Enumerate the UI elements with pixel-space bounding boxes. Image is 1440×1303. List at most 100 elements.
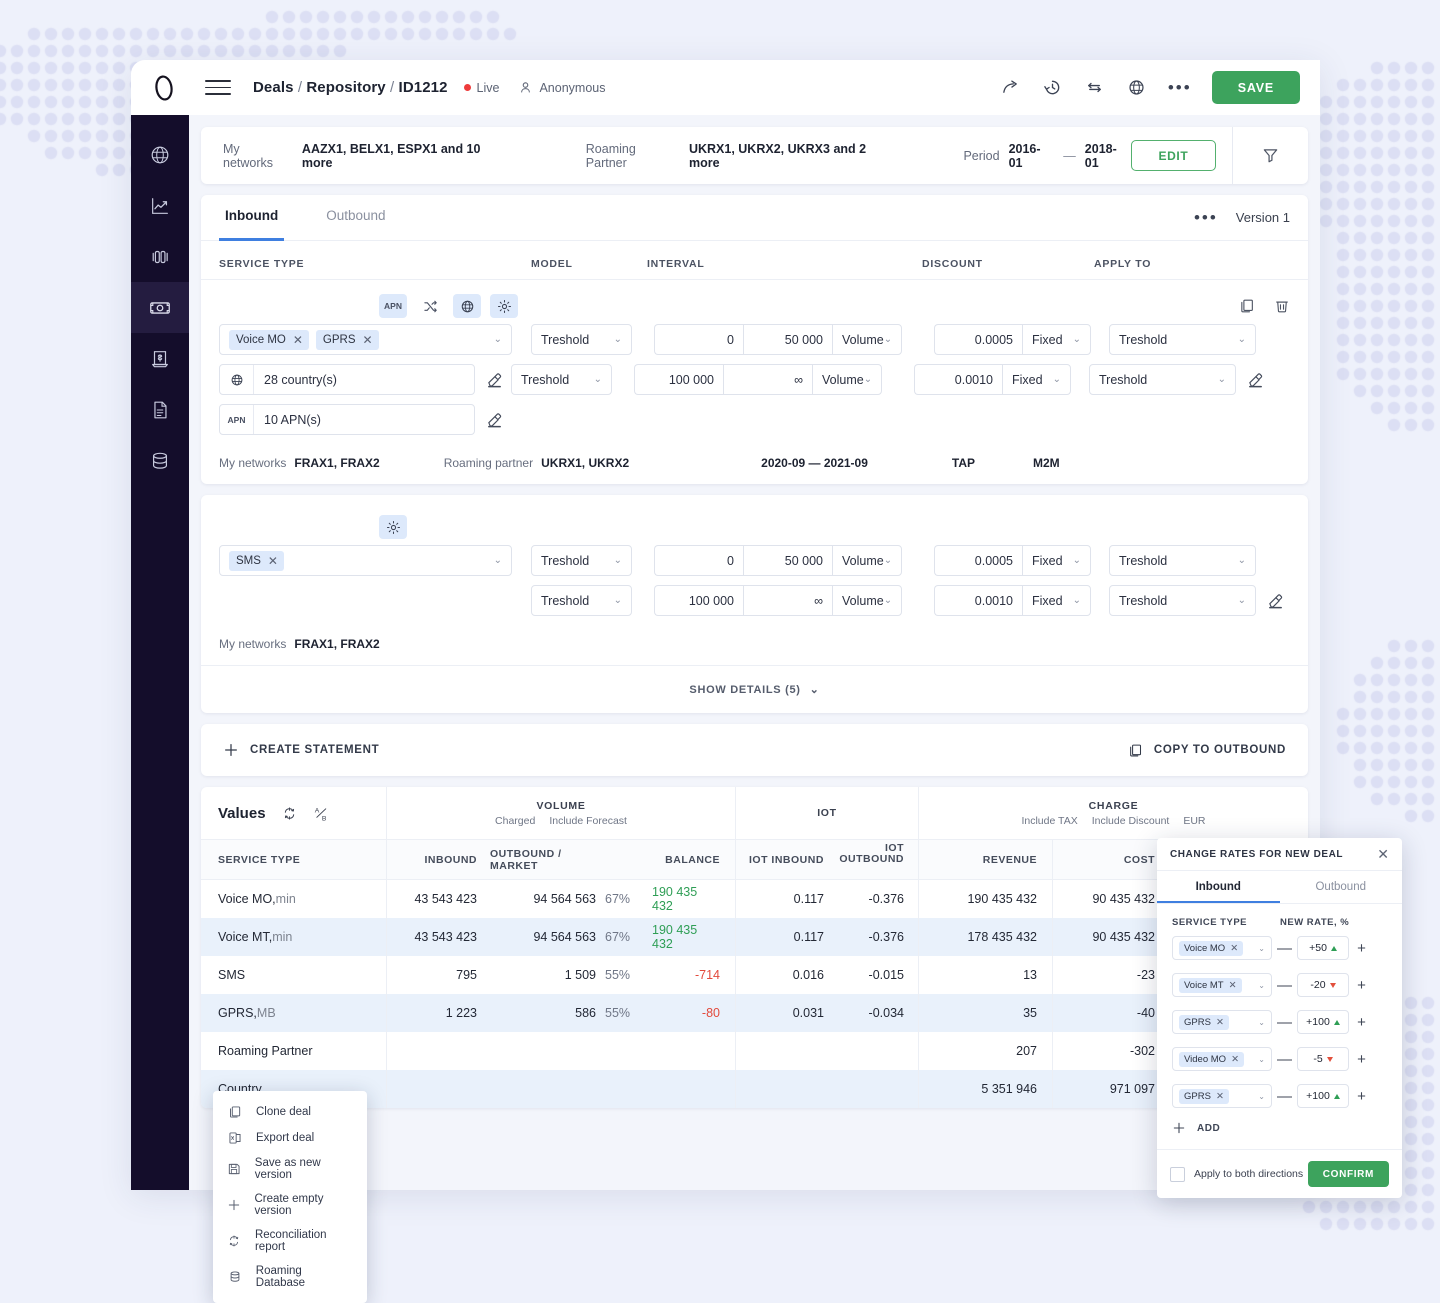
gear-icon[interactable] [490, 294, 518, 318]
rate-service-select[interactable]: GPRS ✕ ⌄ [1172, 1010, 1272, 1034]
increase-rate-button[interactable]: + [1349, 1051, 1374, 1068]
table-row[interactable]: SMS 795 1 509 55% -714 0.016 -0.015 13 -23 [201, 956, 1308, 994]
breadcrumb-repository[interactable]: Repository [306, 79, 385, 96]
decrease-rate-button[interactable]: — [1272, 1014, 1297, 1031]
interval-from-input[interactable]: 0 [654, 545, 743, 576]
decrease-rate-button[interactable]: — [1272, 1088, 1297, 1105]
service-tag[interactable]: GPRS ✕ [315, 329, 379, 350]
user-indicator[interactable]: Anonymous [519, 81, 605, 95]
service-type-select[interactable]: SMS ✕ ⌄ [219, 545, 512, 576]
model-select[interactable]: Treshold ⌄ [531, 324, 632, 355]
menu-item-reconciliation-report[interactable]: Reconciliation report [213, 1223, 367, 1259]
menu-item-create-empty-version[interactable]: Create empty version [213, 1187, 367, 1223]
sidebar-item-database[interactable] [131, 435, 189, 486]
model-select[interactable]: Treshold ⌄ [511, 364, 612, 395]
apn-input[interactable]: APN 10 APN(s) [219, 404, 475, 435]
volume-sub-forecast[interactable]: Include Forecast [549, 815, 627, 827]
table-row[interactable]: Voice MT, min 43 543 423 94 564 563 67% 190 … [201, 918, 1308, 956]
close-icon[interactable]: ✕ [1377, 847, 1389, 861]
increase-rate-button[interactable]: + [1349, 940, 1374, 957]
model-select[interactable]: Treshold ⌄ [531, 585, 632, 616]
interval-unit-select[interactable]: Volume ⌄ [832, 324, 902, 355]
charge-sub-discount[interactable]: Include Discount [1092, 815, 1170, 827]
remove-tag-icon[interactable]: ✕ [268, 554, 278, 568]
menu-item-export-deal[interactable]: Export deal [213, 1125, 367, 1151]
apply-to-select[interactable]: Treshold ⌄ [1109, 545, 1256, 576]
globe-icon[interactable] [1126, 77, 1148, 99]
rate-service-tag[interactable]: Video MO ✕ [1179, 1051, 1245, 1067]
discount-input[interactable]: 0.0010 [914, 364, 1002, 395]
sidebar-item-invoice[interactable] [131, 333, 189, 384]
rate-service-select[interactable]: Voice MO ✕ ⌄ [1172, 936, 1272, 960]
shuffle-icon[interactable] [416, 294, 444, 318]
filter-icon[interactable] [1232, 127, 1308, 184]
sidebar-item-globe[interactable] [131, 129, 189, 180]
rate-service-select[interactable]: Video MO ✕ ⌄ [1172, 1047, 1272, 1071]
table-row[interactable]: Roaming Partner 207 -302 [201, 1032, 1308, 1070]
menu-item-save-as-new-version[interactable]: Save as new version [213, 1151, 367, 1187]
country-input[interactable]: 28 country(s) [219, 364, 475, 395]
globe-icon[interactable] [453, 294, 481, 318]
rate-value[interactable]: -5 [1297, 1047, 1349, 1071]
ab-compare-icon[interactable]: AB [313, 805, 330, 821]
interval-unit-select[interactable]: Volume ⌄ [832, 585, 902, 616]
delete-statement-icon[interactable] [1274, 298, 1290, 314]
discount-type-select[interactable]: Fixed ⌄ [1022, 324, 1091, 355]
discount-input[interactable]: 0.0010 [934, 585, 1022, 616]
remove-tag-icon[interactable]: ✕ [1231, 1054, 1239, 1065]
rate-tab-inbound[interactable]: Inbound [1157, 871, 1280, 903]
edit-button[interactable]: EDIT [1130, 140, 1217, 171]
remove-tag-icon[interactable]: ✕ [1230, 943, 1238, 954]
exchange-icon[interactable] [1084, 77, 1106, 99]
more-icon[interactable]: ••• [1168, 79, 1192, 96]
interval-unit-select[interactable]: Volume ⌄ [812, 364, 882, 395]
tab-inbound[interactable]: Inbound [219, 195, 285, 241]
remove-tag-icon[interactable]: ✕ [1229, 980, 1237, 991]
discount-type-select[interactable]: Fixed ⌄ [1022, 585, 1091, 616]
charge-sub-tax[interactable]: Include TAX [1021, 815, 1077, 827]
sidebar-item-analytics[interactable] [131, 180, 189, 231]
apply-to-select[interactable]: Treshold ⌄ [1109, 324, 1256, 355]
rate-service-tag[interactable]: Voice MO ✕ [1179, 940, 1244, 956]
remove-tag-icon[interactable]: ✕ [293, 333, 303, 347]
table-row[interactable]: GPRS, MB 1 223 586 55% -80 0.031 -0.034 35 -40 [201, 994, 1308, 1032]
menu-item-roaming-database[interactable]: Roaming Database [213, 1259, 367, 1295]
tab-outbound[interactable]: Outbound [320, 195, 391, 241]
apply-to-select[interactable]: Treshold ⌄ [1089, 364, 1236, 395]
service-tag[interactable]: Voice MO ✕ [229, 329, 309, 350]
deal-more-icon[interactable]: ••• [1194, 209, 1218, 226]
rate-value[interactable]: -20 [1297, 973, 1349, 997]
table-row[interactable]: Voice MO, min 43 543 423 94 564 563 67% 190 … [201, 880, 1308, 918]
rate-service-select[interactable]: Voice MT ✕ ⌄ [1172, 973, 1272, 997]
menu-toggle-button[interactable] [205, 80, 231, 95]
sidebar-item-money[interactable] [131, 282, 189, 333]
interval-from-input[interactable]: 100 000 [654, 585, 743, 616]
interval-from-input[interactable]: 0 [654, 324, 743, 355]
model-select[interactable]: Treshold ⌄ [531, 545, 632, 576]
table-row[interactable]: Country 5 351 946 971 097 [201, 1070, 1308, 1108]
discount-type-select[interactable]: Fixed ⌄ [1022, 545, 1091, 576]
sidebar-item-compare[interactable] [131, 231, 189, 282]
refresh-icon[interactable] [282, 806, 297, 821]
interval-to-input[interactable]: 50 000 [743, 545, 832, 576]
gear-icon[interactable] [379, 515, 407, 539]
decrease-rate-button[interactable]: — [1272, 977, 1297, 994]
confirm-button[interactable]: CONFIRM [1307, 1161, 1389, 1187]
discount-input[interactable]: 0.0005 [934, 324, 1022, 355]
apply-to-select[interactable]: Treshold ⌄ [1109, 585, 1256, 616]
clear-row-icon[interactable] [1240, 371, 1270, 388]
remove-tag-icon[interactable]: ✕ [1216, 1017, 1224, 1028]
breadcrumb-deals[interactable]: Deals [253, 79, 294, 96]
clear-apn-icon[interactable] [479, 411, 509, 428]
remove-tag-icon[interactable]: ✕ [1216, 1091, 1224, 1102]
clear-row-icon[interactable] [1260, 592, 1290, 609]
rate-value[interactable]: +50 [1297, 936, 1349, 960]
rate-value[interactable]: +100 [1297, 1084, 1349, 1108]
sidebar-item-document[interactable] [131, 384, 189, 435]
clear-country-icon[interactable] [479, 371, 509, 388]
interval-from-input[interactable]: 100 000 [634, 364, 723, 395]
discount-input[interactable]: 0.0005 [934, 545, 1022, 576]
copy-to-outbound-button[interactable]: COPY TO OUTBOUND [1128, 743, 1286, 758]
rate-service-tag[interactable]: Voice MT ✕ [1179, 977, 1242, 993]
add-rate-button[interactable]: ADD [1157, 1121, 1402, 1149]
